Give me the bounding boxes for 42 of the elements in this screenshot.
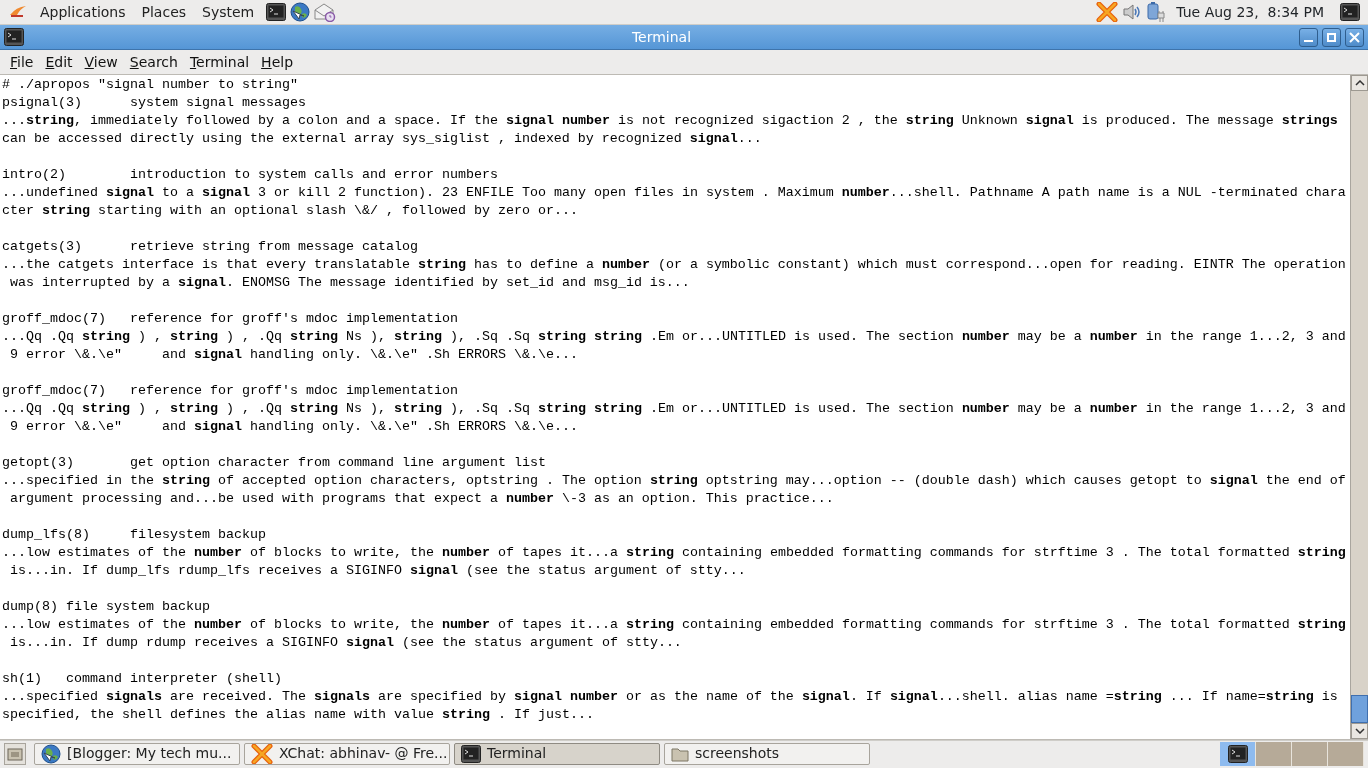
minimize-icon xyxy=(1304,39,1313,42)
taskbar-button[interactable]: XChat: abhinav- @ Fre... xyxy=(244,742,450,765)
menu-item[interactable]: View xyxy=(78,51,124,73)
cross-icon xyxy=(251,743,273,764)
folder-icon xyxy=(671,745,689,762)
menu-item[interactable]: Help xyxy=(255,51,300,73)
panel-menu[interactable]: Places xyxy=(133,1,195,23)
globe-icon[interactable] xyxy=(290,2,311,22)
maximize-icon xyxy=(1326,31,1337,43)
envelope-clock-icon[interactable] xyxy=(314,2,337,22)
clock[interactable]: Tue Aug 23, 8:34 PM xyxy=(1176,1,1324,23)
show-desktop-icon[interactable] xyxy=(4,742,26,765)
terminal-icon xyxy=(461,744,481,763)
logo-icon[interactable] xyxy=(8,5,28,19)
scrollbar-thumb[interactable] xyxy=(1351,695,1368,723)
terminal-icon[interactable] xyxy=(1340,3,1360,21)
close-icon xyxy=(1349,31,1360,43)
workspace[interactable] xyxy=(1220,741,1256,766)
menu-item[interactable]: File xyxy=(4,51,40,73)
panel-menu[interactable]: Applications xyxy=(32,1,134,23)
scrollbar[interactable] xyxy=(1350,75,1368,739)
cross-icon[interactable] xyxy=(1096,2,1119,22)
panel-menu[interactable]: System xyxy=(194,1,263,23)
scroll-down-button[interactable] xyxy=(1351,723,1368,739)
up-caret-icon xyxy=(1354,80,1365,86)
globe-icon xyxy=(41,743,61,764)
close-button[interactable] xyxy=(1345,27,1364,47)
maximize-button[interactable] xyxy=(1322,27,1341,47)
down-caret-icon xyxy=(1354,728,1365,734)
volume-icon[interactable] xyxy=(1122,3,1143,21)
menu-item[interactable]: Search xyxy=(123,51,184,73)
window-title: Terminal xyxy=(630,27,693,47)
taskbar-button[interactable]: Terminal xyxy=(454,742,660,765)
taskbar-button[interactable]: screenshots xyxy=(664,742,870,765)
terminal-icon[interactable] xyxy=(266,3,287,21)
terminal-output: # ./apropos "signal number to string" psignal(3) system signal messages ...string, immediately followed by a colon and a space. If the signal number is not recognized sigaction 2 , the string Unknown signal is produced. The message strings can be accessed directly using the external array sys_siglist , indexed by recognized signal... intro(2) introduction to system calls and error numbers ...undefined signal to a signal 3 or kill 2 function). 23 ENFILE Too many open files in system . Maximum number...shell. Pathname A path name is a NUL -terminated chara cter string starting with an optional slash \&/ , followed by zero or... catgets(3) retrieve string from message catalog ...the catgets interface is that every translatable string has to define a number (or a symbolic constant) which must correspond...open for reading. EINTR The operation was interrupted by a signal. ENOMSG The message identified by set_id and msg_id is... groff_mdoc(7) reference for groff's mdoc implementation ...Qq .Qq string ) , string ) , .Qq string Ns ), string ), .Sq .Sq string string .Em or...UNTITLED is used. The section number may be a number in the range 1...2, 3 and 9 error \&.\e" and signal handling only. \&.\e" .Sh ERRORS \&.\e... groff_mdoc(7) reference for groff's mdoc implementation ...Qq .Qq string ) , string ) , .Qq string Ns ), string ), .Sq .Sq string string .Em or...UNTITLED is used. The section number may be a number in the range 1...2, 3 and 9 error \&.\e" and signal handling only. \&.\e" .Sh ERRORS \&.\e... getopt(3) get option character from command line argument list ...specified in the string of accepted option characters, optstring . The option string optstring may...option -- (double dash) which causes getopt to signal the end of argument processing and...be used with programs that expect a number \-3 as an option. This practice... dump_lfs(8) filesystem backup ...low estimates of the number of blocks to write, the number of tapes it...a string containing embedded formatting commands for strftime 3 . The total formatted string is...in. If dump_lfs rdump_lfs receives a SIGINFO signal (see the status argument of stty... dump(8) file system backup ...low estimates of the number of blocks to write, the number of tapes it...a string containing embedded formatting commands for strftime 3 . The total formatted string is...in. If dump rdump receives a SIGINFO signal (see the status argument of stty... sh(1) command interpreter (shell) ...specified signals are received. The signals are specified by signal number or as the name of the signal. If signal...shell. alias name =string ... If name=string is specified, the shell defines the alias name with value string . If just... xyxy=(1,76,1347,724)
taskbar-button[interactable]: [Blogger: My tech mu... xyxy=(34,742,240,765)
scroll-up-button[interactable] xyxy=(1351,75,1368,91)
minimize-button[interactable] xyxy=(1299,27,1318,47)
menu-item[interactable]: Edit xyxy=(39,51,79,73)
terminal-icon xyxy=(1227,744,1248,763)
menu-item[interactable]: Terminal xyxy=(183,51,256,73)
